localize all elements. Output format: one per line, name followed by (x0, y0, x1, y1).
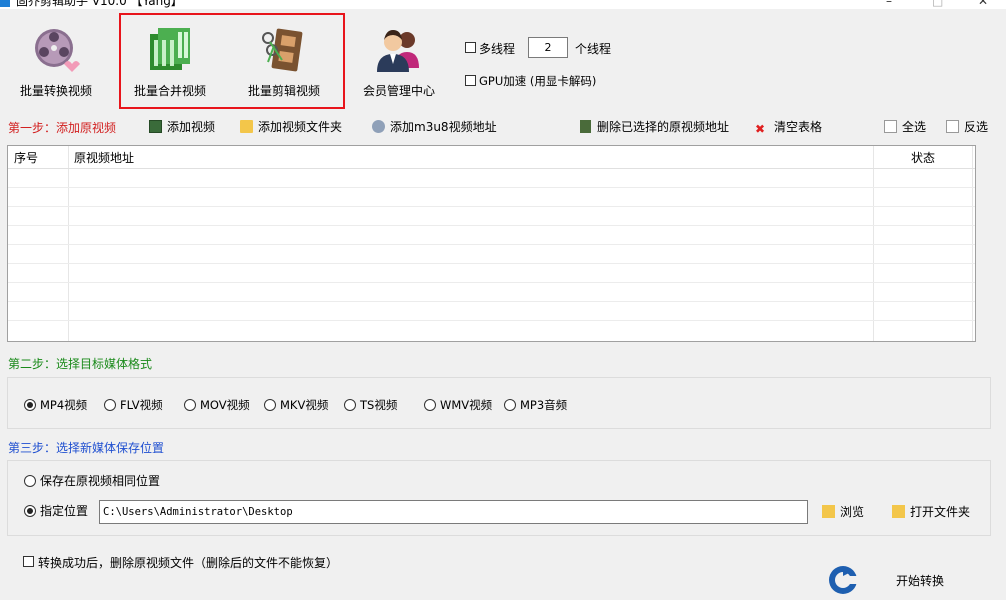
red-x-icon: ✖ (755, 122, 766, 136)
thread-count-input[interactable]: 2 (528, 37, 568, 58)
open-folder-button[interactable]: 打开文件夹 (892, 504, 970, 520)
page-icon (946, 120, 959, 133)
gpu-label: GPU加速 (用显卡解码) (479, 74, 597, 88)
multithread-checkbox[interactable] (465, 42, 476, 53)
delete-original-checkbox[interactable] (23, 556, 34, 567)
member-center-label: 会员管理中心 (362, 84, 435, 98)
col-status: 状态 (911, 151, 936, 165)
maximize-button[interactable]: □ (932, 0, 943, 8)
clear-table-label: 清空表格 (774, 120, 823, 134)
multithread-label: 多线程 (479, 42, 516, 56)
app-icon (0, 0, 10, 7)
folder-add-icon (240, 120, 253, 133)
film-add-icon (149, 120, 162, 133)
page-icon (884, 120, 897, 133)
browse-button[interactable]: 浏览 (822, 504, 864, 520)
add-video-button[interactable]: 添加视频 (149, 119, 215, 135)
format-panel: MP4视频 FLV视频 MOV视频 MKV视频 TS视频 WMV视频 MP3音频 (7, 377, 991, 429)
film-delete-icon (580, 120, 591, 133)
highlight-box (119, 13, 345, 109)
video-table[interactable]: 序号 原视频地址 状态 (7, 145, 976, 342)
invert-select-button[interactable]: 反选 (946, 119, 988, 135)
folder-search-icon (822, 505, 835, 518)
refresh-icon[interactable] (826, 562, 860, 596)
clear-table-button[interactable]: ✖ 清空表格 (755, 119, 823, 136)
thread-unit-label: 个线程 (575, 42, 612, 56)
save-location-panel (7, 460, 991, 536)
minimize-button[interactable]: – (886, 0, 892, 8)
table-header: 序号 原视频地址 状态 (8, 146, 975, 168)
film-reel-icon (35, 29, 80, 72)
window-title: 固乔剪辑助手 V10.0 【Yang】 (16, 0, 183, 8)
col-index: 序号 (14, 151, 39, 165)
link-icon (372, 120, 385, 133)
title-bar: 固乔剪辑助手 V10.0 【Yang】 – □ ✕ (0, 0, 1006, 9)
batch-convert-button[interactable]: 批量转换视频 (12, 16, 100, 106)
select-all-label: 全选 (902, 120, 927, 134)
add-folder-button[interactable]: 添加视频文件夹 (240, 119, 342, 135)
close-button[interactable]: ✕ (978, 0, 988, 8)
start-convert-button[interactable]: 开始转换 (896, 572, 944, 589)
delete-selected-label: 删除已选择的原视频地址 (597, 120, 730, 134)
invert-label: 反选 (964, 120, 989, 134)
step1-label: 第一步：添加原视频 (8, 121, 117, 135)
step3-label: 第三步：选择新媒体保存位置 (8, 441, 165, 455)
col-source-url: 原视频地址 (74, 151, 135, 165)
member-center-button[interactable]: 会员管理中心 (356, 16, 442, 106)
delete-selected-button[interactable]: 删除已选择的原视频地址 (580, 119, 729, 135)
batch-convert-label: 批量转换视频 (19, 84, 92, 98)
gpu-checkbox[interactable] (465, 75, 476, 86)
open-folder-label: 打开文件夹 (910, 505, 971, 519)
folder-open-icon (892, 505, 905, 518)
step2-label: 第二步：选择目标媒体格式 (8, 357, 153, 371)
add-m3u8-button[interactable]: 添加m3u8视频地址 (372, 119, 497, 135)
save-path-input[interactable]: C:\Users\Administrator\Desktop (99, 500, 808, 524)
browse-label: 浏览 (840, 505, 865, 519)
add-m3u8-label: 添加m3u8视频地址 (390, 120, 497, 134)
users-icon (377, 30, 419, 72)
delete-original-label: 转换成功后，删除原视频文件（删除后的文件不能恢复） (38, 556, 339, 570)
add-video-label: 添加视频 (167, 120, 216, 134)
add-folder-label: 添加视频文件夹 (258, 120, 343, 134)
select-all-button[interactable]: 全选 (884, 119, 926, 135)
